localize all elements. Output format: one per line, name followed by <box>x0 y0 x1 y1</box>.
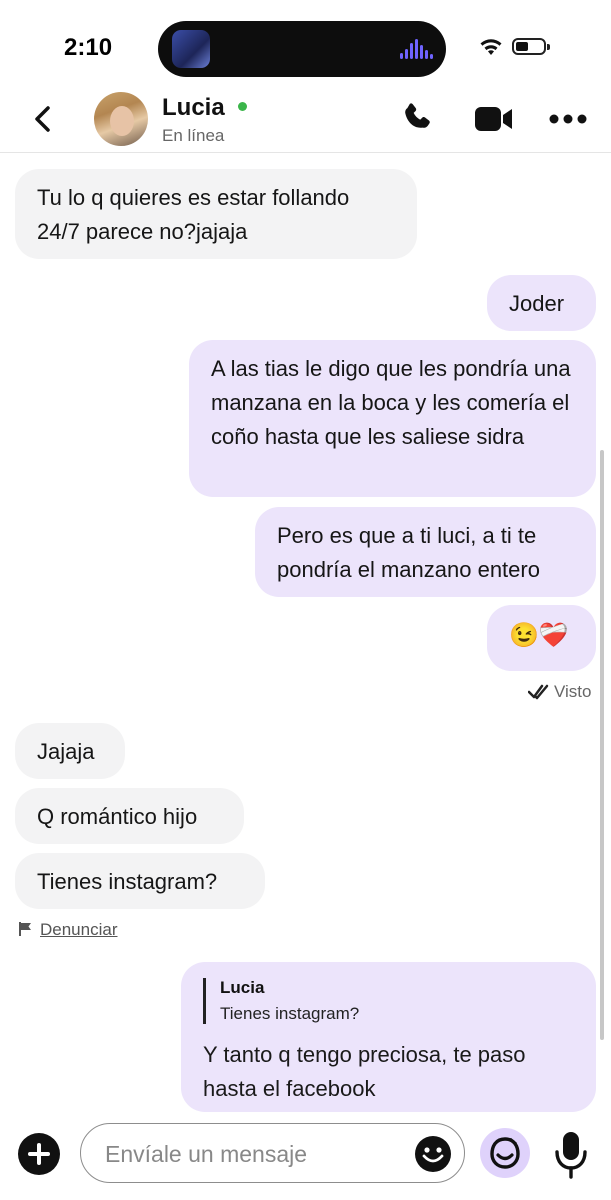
incoming-message[interactable]: Q romántico hijo <box>15 788 244 844</box>
report-label: Denunciar <box>40 920 118 939</box>
dynamic-island[interactable] <box>158 21 446 77</box>
back-arrow-icon[interactable] <box>28 104 58 134</box>
incoming-message[interactable]: Tienes instagram? <box>15 853 265 909</box>
status-time: 2:10 <box>64 34 113 61</box>
report-link[interactable]: Denunciar <box>18 920 118 940</box>
message-input-wrapper[interactable] <box>80 1123 465 1183</box>
message-text: Tu lo q quieres es estar follando 24/7 p… <box>37 185 350 244</box>
emoji-icon[interactable] <box>414 1135 452 1173</box>
sticker-icon <box>490 1137 520 1169</box>
battery-icon <box>512 38 550 55</box>
video-call-icon[interactable] <box>474 104 514 134</box>
outgoing-message[interactable]: A las tias le digo que les pondría una m… <box>189 340 596 497</box>
presence-status: En línea <box>162 126 225 145</box>
quoted-text: Tienes instagram? <box>220 1004 360 1023</box>
message-text: A las tias le digo que les pondría una m… <box>211 356 571 449</box>
phone-call-icon[interactable] <box>400 100 436 136</box>
message-text: Jajaja <box>37 739 95 764</box>
message-text: Tienes instagram? <box>37 869 218 894</box>
chat-header: Lucia En línea <box>0 92 611 153</box>
message-input[interactable] <box>103 1138 407 1170</box>
read-receipt: Visto <box>527 682 592 702</box>
outgoing-reply-message[interactable]: Lucia Tienes instagram? Y tanto q tengo … <box>181 962 596 1112</box>
status-bar: 2:10 <box>0 0 611 92</box>
message-text: Joder <box>509 291 565 316</box>
outgoing-message[interactable]: Pero es que a ti luci, a ti te pondría e… <box>255 507 596 597</box>
message-text: 😉❤️‍🩹 <box>509 622 569 649</box>
microphone-icon[interactable] <box>553 1130 589 1180</box>
wifi-icon <box>480 39 502 55</box>
message-text: Q romántico hijo <box>37 804 198 829</box>
flag-icon <box>19 922 31 936</box>
message-text: Pero es que a ti luci, a ti te pondría e… <box>277 523 540 582</box>
scrollbar[interactable] <box>600 450 604 1040</box>
incoming-message[interactable]: Jajaja <box>15 723 125 779</box>
double-check-icon <box>527 684 549 700</box>
quoted-sender: Lucia <box>220 978 265 997</box>
message-text: Y tanto q tengo preciosa, te paso hasta … <box>203 1042 526 1101</box>
quoted-message[interactable]: Lucia Tienes instagram? <box>203 978 574 1024</box>
contact-name[interactable]: Lucia <box>162 94 225 122</box>
more-options-icon[interactable] <box>549 114 587 124</box>
read-receipt-label: Visto <box>554 682 592 701</box>
outgoing-message[interactable]: Joder <box>487 275 596 331</box>
avatar[interactable] <box>94 92 148 146</box>
audio-waveform-icon <box>400 39 434 59</box>
message-composer <box>0 1112 611 1200</box>
incoming-message[interactable]: Tu lo q quieres es estar follando 24/7 p… <box>15 169 417 259</box>
add-attachment-button[interactable] <box>18 1133 60 1175</box>
now-playing-artwork <box>172 30 210 68</box>
outgoing-emoji-message[interactable]: 😉❤️‍🩹 <box>487 605 596 671</box>
online-status-dot <box>238 102 247 111</box>
sticker-button[interactable] <box>480 1128 530 1178</box>
